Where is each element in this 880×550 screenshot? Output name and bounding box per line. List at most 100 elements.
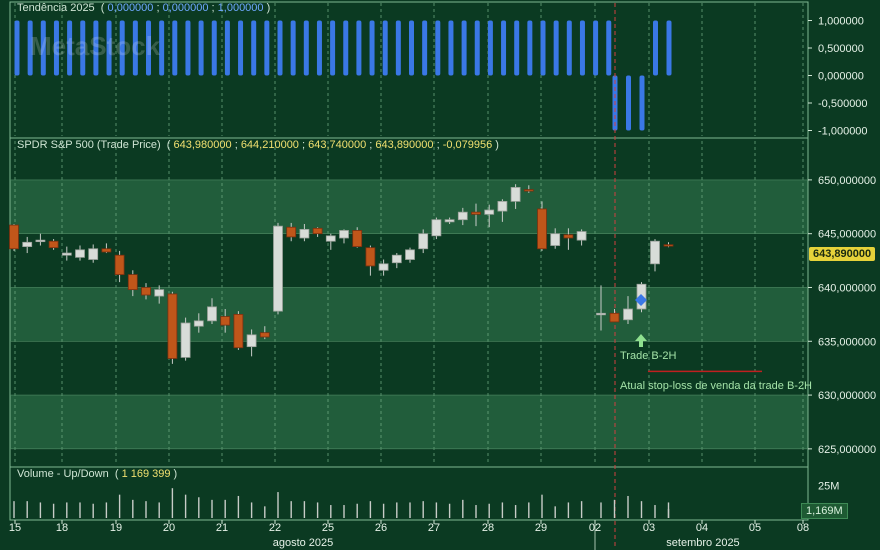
candle-down — [523, 189, 534, 192]
candle-down — [9, 224, 19, 250]
candle-up — [405, 249, 415, 260]
trend-bar — [303, 20, 309, 76]
candle — [9, 224, 19, 251]
trend-bar — [369, 20, 375, 76]
candle-up — [497, 201, 508, 212]
candle-up — [378, 263, 389, 271]
price-band — [10, 179, 808, 234]
trend-bar — [330, 20, 336, 76]
trend-bar — [316, 20, 322, 76]
candle-down — [663, 244, 674, 247]
trend-bar — [566, 20, 572, 76]
trend-bar — [251, 20, 257, 76]
candle-down — [471, 211, 481, 215]
price-band — [10, 395, 808, 449]
trend-bar — [395, 20, 401, 76]
price-open-value: 643,980000 — [173, 139, 232, 151]
candle-up — [325, 235, 336, 242]
candle-up — [418, 233, 429, 250]
trend-bar — [501, 20, 507, 76]
candle-down — [101, 248, 112, 253]
candle-down — [114, 254, 125, 275]
trend-bar — [579, 20, 585, 76]
trend-bar — [198, 20, 204, 76]
candle-up — [61, 252, 72, 256]
trend-bar — [277, 20, 283, 76]
candle-down — [365, 247, 376, 267]
candle-up — [154, 289, 165, 297]
price-low-value: 643,740000 — [308, 139, 367, 151]
trend-bar — [474, 20, 480, 76]
volume-value: 1 169 399 — [121, 468, 171, 480]
candle — [537, 201, 547, 251]
trend-value-2: 0,000000 — [162, 2, 209, 14]
candle-down — [141, 287, 151, 296]
x-axis-month-label: agosto 2025 — [273, 537, 334, 549]
candle — [233, 311, 244, 350]
trend-axis-label: -0,500000 — [818, 98, 868, 110]
candle — [180, 317, 191, 361]
candle-down — [352, 230, 363, 247]
trend-bar — [527, 20, 533, 76]
candle — [167, 291, 178, 364]
candle-up — [22, 241, 33, 248]
price-band — [10, 287, 808, 342]
volume-badge: 1,169M — [801, 503, 848, 519]
candle-up — [246, 334, 257, 348]
candle-up — [623, 308, 633, 321]
candle-down — [259, 332, 270, 338]
price-high-value: 644,210000 — [240, 139, 299, 151]
price-axis-label: 650,000000 — [818, 175, 876, 187]
x-axis-month-label: setembro 2025 — [666, 537, 739, 549]
trend-bar — [435, 20, 441, 76]
candle-up — [339, 230, 349, 239]
trend-bar — [224, 20, 230, 76]
candle-up — [596, 312, 606, 316]
trend-bar — [185, 20, 191, 76]
candle — [352, 227, 363, 248]
trend-bar — [487, 20, 493, 76]
trend-bar — [666, 20, 672, 76]
trend-bar — [343, 20, 349, 76]
candle-up — [484, 209, 495, 215]
trend-bar — [514, 20, 520, 76]
trend-bar — [356, 20, 362, 76]
candle-down — [286, 226, 297, 238]
volume-panel-title: Volume - Up/Down ( 1 169 399 ) — [17, 468, 178, 480]
candle-up — [88, 248, 99, 260]
candle-down — [312, 227, 323, 235]
trend-bar — [606, 20, 612, 76]
price-axis-label: 635,000000 — [818, 336, 876, 348]
trend-bar — [290, 20, 296, 76]
volume-axis-label: 25M — [818, 481, 839, 493]
trade-annotation: Trade B-2H — [620, 350, 677, 362]
trend-panel-title: Tendência 2025 ( 0,000000 ; 0,000000 ; 1… — [17, 2, 271, 14]
price-axis-label: 645,000000 — [818, 229, 876, 241]
candle-up — [193, 320, 204, 327]
trend-bar — [639, 75, 645, 131]
trend-axis-label: 1,000000 — [818, 16, 864, 28]
candle-down — [220, 316, 231, 326]
candle-up — [180, 322, 191, 358]
price-axis-label: 625,000000 — [818, 444, 876, 456]
candle-up — [650, 240, 660, 265]
price-axis-label: 630,000000 — [818, 390, 876, 402]
trend-bar — [626, 75, 631, 131]
candle-up — [207, 306, 217, 322]
price-change-value: -0,079956 — [442, 139, 493, 151]
candle-down — [609, 312, 620, 323]
candle-down — [563, 234, 574, 239]
trend-bar — [172, 20, 178, 76]
candle-down — [537, 208, 547, 250]
candle-up — [273, 225, 283, 312]
trend-bar — [238, 20, 244, 76]
candle-up — [299, 228, 310, 239]
candle-up — [444, 219, 455, 223]
trend-bar — [264, 20, 270, 76]
stoploss-annotation: Atual stop-loss de venda da trade B-2H — [620, 380, 813, 392]
trend-axis-label: -1,000000 — [818, 126, 868, 138]
trend-bar — [540, 20, 546, 76]
trend-bar — [211, 20, 217, 76]
trend-value-1: 0,000000 — [107, 2, 154, 14]
watermark-text: MetaStock — [30, 31, 161, 61]
